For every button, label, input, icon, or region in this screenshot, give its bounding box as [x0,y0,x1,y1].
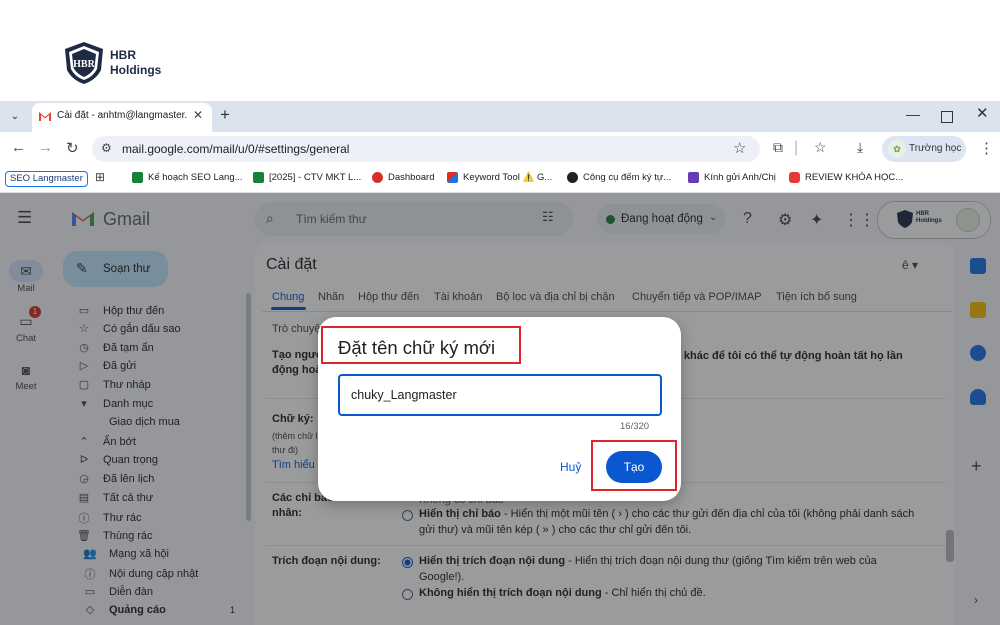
toolbar-divider: | [794,139,799,156]
bookmark-item[interactable]: Dashboard [372,172,434,183]
char-counter: 16/320 [620,421,650,432]
counter-icon [567,172,578,183]
extensions-icon[interactable]: ⧉ [773,139,783,156]
bookmark-item[interactable]: Kế hoạch SEO Lang... [132,172,243,183]
gmail-favicon-icon [39,112,51,121]
download-icon[interactable]: ⤓ [857,139,863,156]
dashboard-icon [372,172,383,183]
forms-icon [688,172,699,183]
bookmark-label: Công cụ đếm ký tự... [583,172,672,183]
forward-arrow-icon[interactable]: → [38,139,53,156]
minimize-icon[interactable]: — [906,106,920,122]
reload-icon[interactable]: ↻ [66,139,79,157]
brand-name: HBR Holdings [110,48,162,77]
sheets-icon [253,172,264,183]
bookmark-item[interactable]: Công cụ đếm ký tự... [567,172,671,183]
profile-name: Trường học [909,143,962,154]
profile-avatar-icon: ✿ [888,140,906,158]
bookmark-label: [2025] - CTV MKT L... [269,172,362,183]
bookmark-seo-langmaster[interactable]: SEO Langmaster [5,171,88,187]
site-info-icon[interactable]: ⚙ [101,141,112,155]
tab-title: Cài đặt - anhtm@langmaster.edu.vn [57,110,187,121]
bookmark-label: Kế hoạch SEO Lang... [148,172,243,183]
bookmark-item[interactable]: Keyword Tool ⚠️ G... [447,172,552,183]
bookmark-item[interactable]: REVIEW KHÓA HỌC... [789,172,903,183]
bookmark-label: Dashboard [388,172,435,183]
tab-search-button[interactable]: ⌄ [4,106,26,126]
cancel-button[interactable]: Huỷ [560,460,581,474]
title-highlight-box [321,326,521,364]
signature-name-input[interactable] [338,374,662,416]
new-tab-button[interactable]: + [220,105,230,125]
create-highlight-box [591,440,677,491]
bookmark-label: Keyword Tool ⚠️ G... [463,172,553,183]
bookmarks-icon[interactable]: ☆ [814,139,827,156]
youtube-icon [789,172,800,183]
browser-menu-icon[interactable]: ⋮ [979,139,994,157]
bookmark-star-icon[interactable]: ☆ [733,139,746,157]
bookmark-item[interactable]: Kính gửi Anh/Chị [688,172,776,183]
hbr-logo: HBR [65,42,103,84]
tab-close-icon[interactable]: ✕ [193,108,203,122]
window-close-icon[interactable]: ✕ [976,104,989,122]
bookmark-item[interactable]: [2025] - CTV MKT L... [253,172,361,183]
bookmark-label: Kính gửi Anh/Chị [704,172,776,183]
url-text[interactable]: mail.google.com/mail/u/0/#settings/gener… [122,142,349,156]
keyword-tool-icon [447,172,458,183]
svg-text:HBR: HBR [73,59,95,70]
maximize-icon[interactable] [941,111,953,123]
sheets-icon [132,172,143,183]
bookmark-label: REVIEW KHÓA HỌC... [805,172,904,183]
back-arrow-icon[interactable]: ← [11,139,26,156]
apps-grid-icon[interactable]: ⊞ [95,170,105,184]
